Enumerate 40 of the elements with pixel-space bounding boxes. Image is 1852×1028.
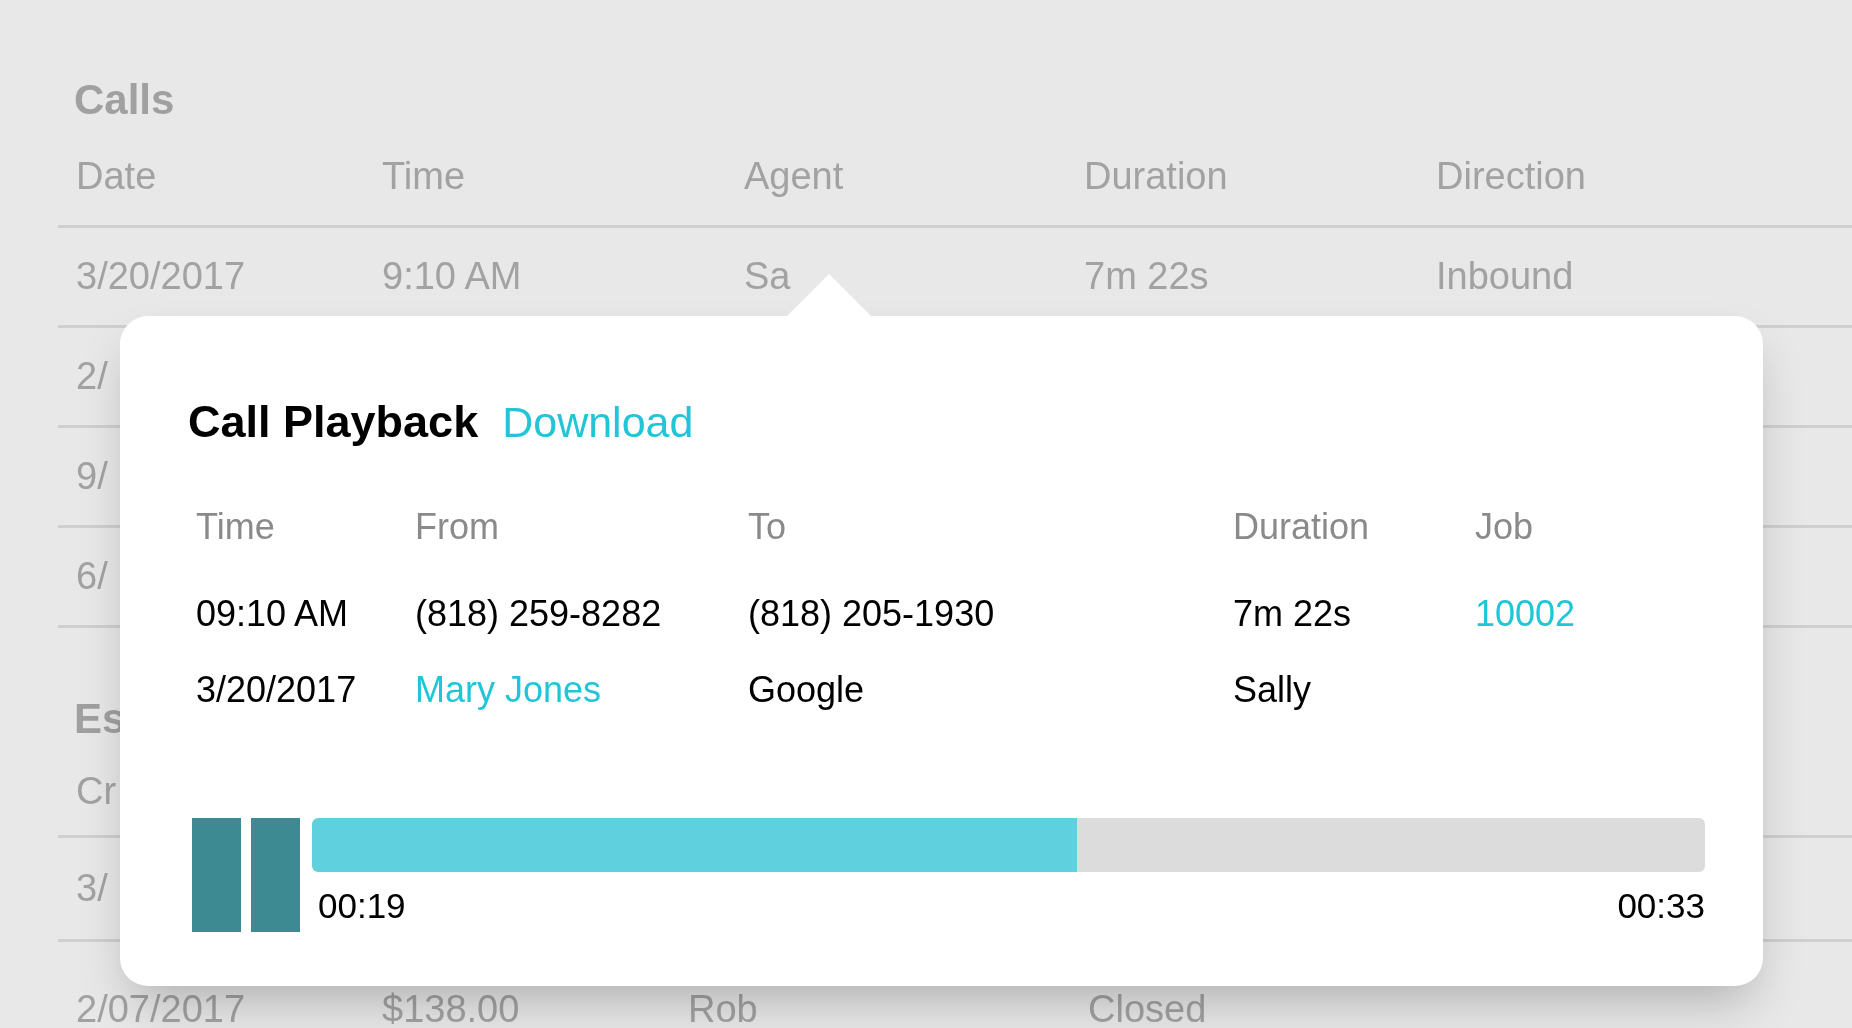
- table-cell: 7m 22s: [1233, 593, 1352, 634]
- column-header: From: [415, 506, 499, 547]
- table-cell: (818) 205-1930: [748, 593, 995, 634]
- column-header: Direction: [1436, 155, 1586, 197]
- column-header: Time: [196, 506, 275, 547]
- table-cell: 3/20/2017: [76, 255, 246, 297]
- table-cell: 3/20/2017: [196, 669, 357, 710]
- table-cell: Closed: [1088, 988, 1207, 1028]
- column-header: To: [748, 506, 787, 547]
- pause-button[interactable]: [192, 818, 300, 932]
- table-cell: 2/: [76, 355, 108, 397]
- table-cell: 2/07/2017: [76, 988, 246, 1028]
- column-header: Duration: [1233, 506, 1370, 547]
- table-cell: 6/: [76, 555, 108, 597]
- table-cell: 9:10 AM: [382, 255, 522, 297]
- table-cell: Rob: [688, 988, 758, 1028]
- table-cell: $138.00: [382, 988, 520, 1028]
- link[interactable]: Mary Jones: [415, 669, 602, 710]
- column-header: Duration: [1084, 155, 1228, 197]
- table-cell: 09:10 AM: [196, 593, 349, 634]
- table-cell: (818) 259-8282: [415, 593, 662, 634]
- column-header: Time: [382, 155, 466, 197]
- section-title: Calls: [74, 76, 175, 123]
- download-link[interactable]: Download: [502, 390, 694, 455]
- column-header: Cr: [76, 770, 117, 812]
- link[interactable]: 10002: [1475, 593, 1576, 634]
- progress-track[interactable]: [312, 818, 1705, 872]
- elapsed-time: 00:19: [318, 885, 406, 927]
- table-cell: Google: [748, 669, 865, 710]
- total-time: 00:33: [1617, 885, 1705, 927]
- table-cell: Sa: [744, 255, 791, 297]
- column-header: Agent: [744, 155, 844, 197]
- table-cell: 9/: [76, 455, 108, 497]
- table-cell: Sally: [1233, 669, 1312, 710]
- popup-title: Call Playback: [188, 395, 479, 449]
- column-header: Date: [76, 155, 157, 197]
- table-cell: 7m 22s: [1084, 255, 1209, 297]
- table-cell: Inbound: [1436, 255, 1574, 297]
- table-cell: 3/: [76, 867, 108, 909]
- column-header: Job: [1475, 506, 1534, 547]
